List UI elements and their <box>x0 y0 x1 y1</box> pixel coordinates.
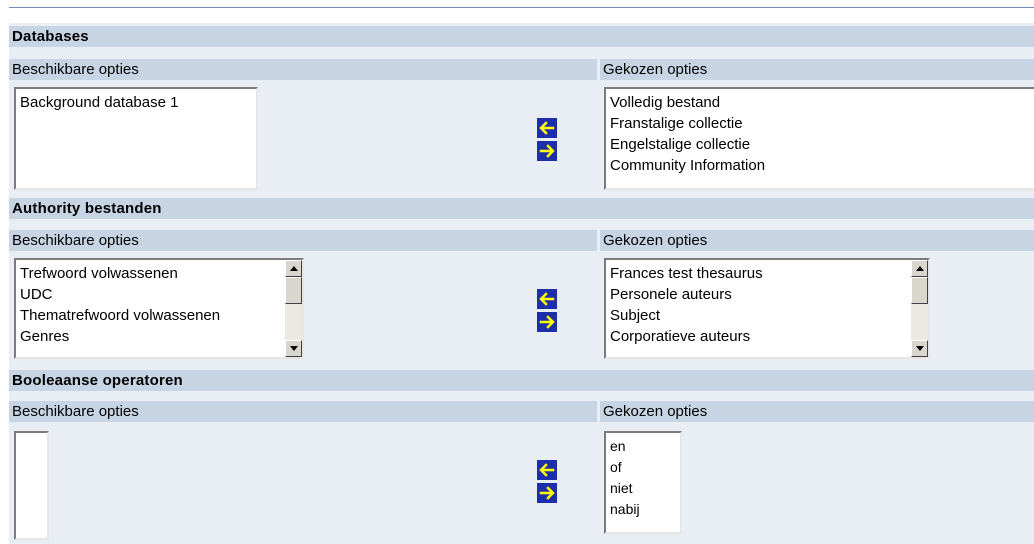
chosen-options-label: Gekozen opties <box>600 401 1034 422</box>
authority-available-list[interactable]: Trefwoord volwassenen UDC Thematrefwoord… <box>14 258 304 359</box>
boolean-available-list[interactable] <box>14 431 49 540</box>
list-item[interactable]: Trefwoord volwassenen <box>20 263 302 284</box>
list-item[interactable]: nabij <box>610 499 680 520</box>
scrollbar-thumb[interactable] <box>285 277 302 304</box>
vertical-scrollbar[interactable] <box>911 260 928 357</box>
arrow-right-icon <box>539 315 555 329</box>
scroll-up-button[interactable] <box>285 260 302 277</box>
scroll-down-button[interactable] <box>911 340 928 357</box>
section-title-databases: Databases <box>9 26 1034 47</box>
list-item[interactable]: Frances test thesaurus <box>610 263 928 284</box>
authority-move-left-button[interactable] <box>537 289 557 309</box>
vertical-scrollbar[interactable] <box>285 260 302 357</box>
triangle-down-icon <box>290 346 298 351</box>
list-item[interactable]: Genres <box>20 326 302 347</box>
scroll-down-button[interactable] <box>285 340 302 357</box>
available-options-label: Beschikbare opties <box>9 59 597 80</box>
scroll-up-button[interactable] <box>911 260 928 277</box>
list-item[interactable]: Franstalige collectie <box>610 113 1034 134</box>
databases-available-list[interactable]: Background database 1 <box>14 87 258 190</box>
available-options-label: Beschikbare opties <box>9 230 597 251</box>
triangle-up-icon <box>916 266 924 271</box>
list-item[interactable]: niet <box>610 478 680 499</box>
arrow-right-icon <box>539 144 555 158</box>
list-item[interactable]: Volledig bestand <box>610 92 1034 113</box>
arrow-right-icon <box>539 486 555 500</box>
list-item[interactable]: Personele auteurs <box>610 284 928 305</box>
section-title-boolean: Booleaanse operatoren <box>9 370 1034 391</box>
list-item[interactable]: Subject <box>610 305 928 326</box>
arrow-left-icon <box>539 121 555 135</box>
list-item[interactable]: of <box>610 457 680 478</box>
chosen-options-label: Gekozen opties <box>600 230 1034 251</box>
databases-move-right-button[interactable] <box>537 141 557 161</box>
databases-move-left-button[interactable] <box>537 118 557 138</box>
list-item[interactable]: Background database 1 <box>20 92 256 113</box>
boolean-chosen-list[interactable]: en of niet nabij <box>604 431 682 534</box>
authority-move-right-button[interactable] <box>537 312 557 332</box>
triangle-down-icon <box>916 346 924 351</box>
arrow-left-icon <box>539 292 555 306</box>
list-item[interactable]: Thematrefwoord volwassenen <box>20 305 302 326</box>
chosen-options-label: Gekozen opties <box>600 59 1034 80</box>
scrollbar-thumb[interactable] <box>911 277 928 304</box>
list-item[interactable]: en <box>610 436 680 457</box>
available-options-label: Beschikbare opties <box>9 401 597 422</box>
authority-chosen-list[interactable]: Frances test thesaurus Personele auteurs… <box>604 258 930 359</box>
triangle-up-icon <box>290 266 298 271</box>
boolean-move-left-button[interactable] <box>537 460 557 480</box>
boolean-move-right-button[interactable] <box>537 483 557 503</box>
list-item[interactable]: Corporatieve auteurs <box>610 326 928 347</box>
list-item[interactable]: UDC <box>20 284 302 305</box>
section-title-authority: Authority bestanden <box>9 198 1034 219</box>
databases-chosen-list[interactable]: Volledig bestand Franstalige collectie E… <box>604 87 1034 190</box>
list-item[interactable]: Engelstalige collectie <box>610 134 1034 155</box>
top-divider <box>9 7 1034 8</box>
list-item[interactable]: Community Information <box>610 155 1034 176</box>
arrow-left-icon <box>539 463 555 477</box>
